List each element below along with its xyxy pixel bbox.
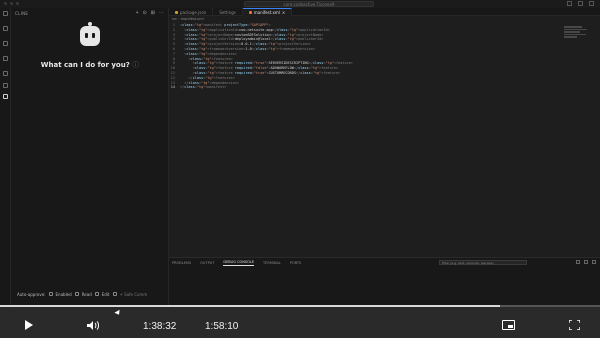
editor-tabs: package.json Settings manifest.xml ×	[169, 8, 600, 16]
auto-approve-bar: Auto-approve: Enabled Read Edit + Safe C…	[17, 290, 147, 298]
robot-icon	[80, 22, 100, 46]
read-label[interactable]: Read	[82, 292, 92, 297]
progress-fill	[0, 305, 501, 307]
welcome-heading: What can I do for you? ⓘ	[11, 60, 169, 70]
safe-commands-checkbox[interactable]	[112, 292, 117, 296]
progress-bar[interactable]	[0, 305, 600, 307]
title-bar: core.codeactive.Ticonex9	[0, 0, 600, 8]
chat-sidebar: CLINE + ⊙ ⊞ ⋯ What can I do for you? ⓘ	[11, 8, 169, 305]
explorer-icon[interactable]	[3, 11, 8, 16]
picture-in-picture-icon[interactable]	[502, 320, 515, 330]
breadcrumb[interactable]: src › manifest.xml	[169, 16, 600, 23]
tab-debug-console[interactable]: DEBUG CONSOLE	[223, 260, 255, 266]
line-number: 14	[170, 85, 175, 90]
video-player-controls: 1:38:32 1:58:10	[0, 305, 600, 338]
source-control-icon[interactable]	[3, 41, 8, 46]
activity-bar	[0, 8, 11, 305]
chat-title: CLINE	[15, 10, 29, 16]
code-view[interactable]: 1 <class="tg">manifest projectType="SAPIA…	[169, 23, 600, 90]
tab-package-json[interactable]: package.json	[169, 8, 214, 16]
extensions-icon[interactable]	[3, 71, 8, 76]
close-panel-icon[interactable]	[592, 260, 596, 264]
code-text: </class="tg">manifest>	[180, 85, 227, 90]
popout-icon[interactable]: ⊞	[151, 10, 155, 16]
auto-approve-label: Auto-approve:	[17, 291, 46, 297]
tab-manifest-xml[interactable]: manifest.xml ×	[242, 8, 293, 16]
enabled-checkbox[interactable]	[48, 292, 53, 296]
edit-label[interactable]: Edit	[102, 292, 110, 297]
tab-label: package.json	[180, 9, 207, 15]
fullscreen-icon[interactable]	[569, 320, 580, 330]
current-time: 1:38:32	[143, 321, 177, 332]
remote-icon[interactable]	[3, 83, 8, 88]
json-file-icon	[175, 10, 178, 14]
maximize-panel-icon[interactable]	[584, 260, 588, 264]
run-debug-icon[interactable]	[3, 56, 8, 61]
panel-actions	[576, 260, 596, 264]
safe-commands-label[interactable]: + Safe Comm	[120, 292, 148, 297]
window-controls	[567, 1, 594, 6]
tab-output[interactable]: OUTPUT	[200, 261, 214, 265]
duration: 1:58:10	[205, 321, 239, 332]
tab-settings[interactable]: Settings	[213, 8, 243, 16]
chat-header: CLINE + ⊙ ⊞ ⋯	[11, 8, 168, 18]
close-icon[interactable]	[589, 1, 594, 6]
xml-file-icon	[248, 11, 252, 14]
tab-label: Settings	[219, 9, 236, 15]
tab-ports[interactable]: PORTS	[290, 261, 301, 265]
edit-checkbox[interactable]	[94, 292, 99, 296]
chat-actions: + ⊙ ⊞ ⋯	[136, 10, 164, 16]
minimap[interactable]	[564, 26, 590, 44]
history-icon[interactable]: ⊙	[143, 10, 147, 16]
minimize-icon[interactable]	[567, 1, 572, 6]
command-center-search[interactable]: core.codeactive.Ticonex9	[244, 1, 374, 7]
enabled-label[interactable]: Enabled	[56, 292, 72, 297]
volume-icon[interactable]	[86, 320, 100, 331]
tab-problems[interactable]: PROBLEMS	[172, 261, 191, 265]
welcome-text: What can I do for you?	[40, 61, 130, 69]
read-checkbox[interactable]	[74, 292, 79, 296]
debug-filter-input[interactable]: Filter (e.g. text, !exclude, \escape)	[439, 260, 527, 265]
clear-console-icon[interactable]	[576, 260, 580, 264]
help-icon[interactable]: ⓘ	[132, 61, 139, 69]
tab-label: manifest.xml	[253, 10, 280, 15]
code-line[interactable]: 14 </class="tg">manifest>	[169, 85, 600, 90]
search-icon[interactable]	[3, 26, 8, 31]
panel-tabs: PROBLEMS OUTPUT DEBUG CONSOLE TERMINAL P…	[169, 258, 600, 267]
chat-icon[interactable]	[3, 94, 8, 99]
maximize-icon[interactable]	[578, 1, 583, 6]
tab-terminal[interactable]: TERMINAL	[263, 261, 281, 265]
window-menu-dots	[4, 2, 19, 5]
new-chat-icon[interactable]: +	[136, 10, 139, 16]
close-tab-icon[interactable]: ×	[282, 10, 285, 15]
more-icon[interactable]: ⋯	[159, 10, 164, 16]
bottom-panel: PROBLEMS OUTPUT DEBUG CONSOLE TERMINAL P…	[169, 257, 600, 305]
play-icon[interactable]	[25, 320, 33, 330]
